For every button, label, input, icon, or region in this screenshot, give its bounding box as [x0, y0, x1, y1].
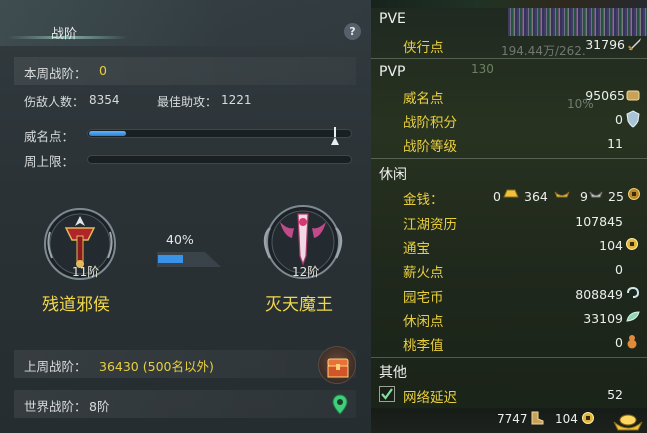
leisure-item-value: 107845 [575, 214, 623, 229]
weekly-cap-label: 周上限： [24, 154, 75, 169]
fame-bar [87, 129, 352, 138]
help-button[interactable]: ? [344, 23, 361, 40]
leisure-item-value: 0 [615, 262, 623, 277]
fame-cap-line [334, 127, 336, 137]
last-week-value: 36430 (500名以外) [99, 359, 214, 374]
last-week-label: 上周战阶： [24, 359, 87, 374]
pve-item-label: 侠行点 [403, 40, 444, 56]
gourd-icon [627, 335, 637, 349]
weekly-rank-label: 本周战阶： [24, 66, 87, 81]
pve-header: PVE [379, 11, 406, 27]
leisure-header: 休闲 [379, 167, 407, 183]
latency-checkbox[interactable] [379, 386, 395, 402]
money-gold: 0 [493, 189, 501, 204]
leaf-icon [626, 311, 640, 322]
leisure-item-label: 桃李值 [403, 338, 444, 354]
swirl-token-icon [627, 286, 640, 298]
world-rank-label: 世界战阶： [24, 399, 87, 414]
current-rank-name: 残道邪侯 [42, 295, 110, 315]
money-silver: 364 [524, 189, 548, 204]
leisure-item-label: 园宅币 [403, 290, 444, 306]
currency-panel: 194.44万/262. 130 10% PVE 侠行点 31796 PVP 威… [371, 0, 647, 433]
footer-value-a: 7747 [497, 412, 528, 426]
treasure-chest-icon [327, 358, 349, 378]
pvp-points-value: 0 [615, 112, 623, 127]
pvp-fame-value: 95065 [585, 88, 625, 103]
weekly-cap-bar [87, 155, 352, 164]
silver-ingot-icon [554, 191, 570, 198]
enemies-value: 8354 [89, 93, 120, 107]
fame-cap-marker [331, 137, 339, 145]
pvp-points-label: 战阶积分 [403, 115, 457, 131]
enemies-label: 伤敌人数： [24, 95, 85, 109]
next-rank-name: 灭天魔王 [265, 295, 333, 315]
fame-token-icon [626, 90, 640, 101]
leisure-item-value: 33109 [583, 311, 623, 326]
pvp-level-value: 11 [607, 136, 623, 151]
fame-label: 威名点： [24, 129, 75, 144]
checkmark-icon [381, 388, 393, 400]
next-rank-level: 12阶 [292, 265, 320, 279]
copper-coin-icon [628, 188, 640, 200]
world-rank-value: 8阶 [89, 399, 110, 414]
divider [371, 58, 647, 59]
divider [371, 357, 647, 358]
footer-value-b: 104 [555, 412, 578, 426]
boot-icon [531, 411, 544, 425]
panel-title: 战阶 [51, 27, 78, 42]
reward-chest-button[interactable] [318, 346, 356, 384]
coin-icon [626, 238, 638, 250]
fame-bar-fill [89, 131, 126, 136]
location-pin-icon[interactable] [332, 394, 348, 416]
money-label: 金钱： [403, 192, 444, 208]
divider [371, 158, 647, 159]
money-copper-b: 25 [608, 189, 624, 204]
pve-item-value: 31796 [585, 37, 625, 52]
other-header: 其他 [379, 365, 407, 381]
leisure-item-label: 江湖资历 [403, 217, 457, 233]
pvp-level-label: 战阶等级 [403, 139, 457, 155]
leisure-item-value: 808849 [575, 287, 623, 302]
money-copper-a: 9 [580, 189, 588, 204]
assist-value: 1221 [221, 93, 252, 107]
leisure-item-value: 0 [615, 335, 623, 350]
coin-icon [582, 412, 594, 424]
gold-ingot-icon[interactable] [611, 404, 645, 432]
leisure-item-label: 薪火点 [403, 265, 444, 281]
current-rank-level: 11阶 [72, 265, 100, 279]
background-text-b: 130 [471, 62, 494, 76]
rank-progress-arrow [157, 252, 221, 267]
latency-label: 网络延迟 [403, 390, 457, 406]
rank-progress-fill [158, 255, 183, 263]
rank-panel: 战阶 ? 本周战阶： 0 伤敌人数： 8354 最佳助攻： 1221 威名点： … [0, 0, 371, 433]
gold-ingot-icon [503, 189, 519, 198]
pvp-fame-label: 威名点 [403, 91, 444, 107]
background-text-a: 194.44万/262. [501, 44, 586, 58]
weekly-rank-value: 0 [99, 63, 107, 78]
latency-value: 52 [607, 387, 623, 402]
pvp-header: PVP [379, 64, 406, 80]
leisure-item-label: 休闲点 [403, 314, 444, 330]
shield-icon [626, 110, 640, 128]
sword-icon [628, 38, 641, 51]
copper-ingot-icon [589, 191, 603, 198]
rank-progress-percent: 40% [166, 232, 194, 247]
assist-label: 最佳助攻： [157, 95, 218, 109]
leisure-item-label: 通宝 [403, 241, 430, 257]
leisure-item-value: 104 [599, 238, 623, 253]
